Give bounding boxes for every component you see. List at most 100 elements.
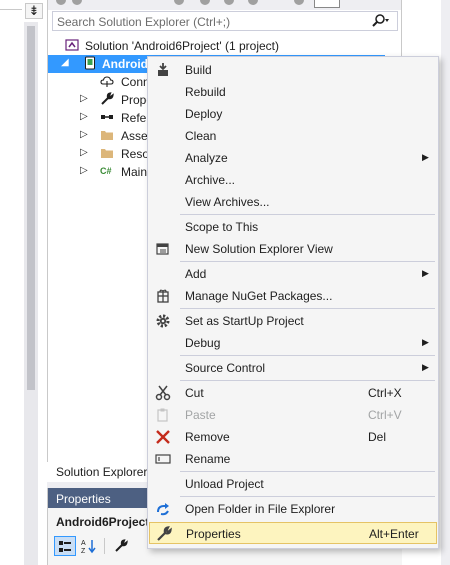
right-edge-strip	[441, 0, 450, 565]
menu-label: Debug	[185, 336, 221, 350]
menu-item-add[interactable]: Add ▶	[149, 263, 437, 285]
solution-icon	[65, 38, 79, 52]
alphabetical-icon[interactable]: A Z	[78, 536, 100, 556]
home-icon[interactable]	[174, 0, 184, 5]
menu-item-clean[interactable]: Clean	[149, 125, 437, 147]
toolbar-separator	[104, 538, 105, 554]
properties-icon[interactable]	[294, 0, 304, 5]
menu-label: Source Control	[185, 361, 266, 375]
svg-text:Z: Z	[81, 548, 86, 554]
menu-item-properties[interactable]: Properties Alt+Enter	[149, 522, 437, 544]
categorized-icon[interactable]	[54, 536, 76, 556]
properties-object-selector[interactable]: Android6Project	[56, 515, 149, 529]
menu-item-source-control[interactable]: Source Control ▶	[149, 357, 437, 379]
forward-icon[interactable]	[72, 0, 82, 5]
tab-solution-explorer[interactable]: Solution Explorer	[47, 462, 149, 482]
expand-arrow-icon[interactable]: ◢	[61, 57, 71, 68]
menu-separator	[180, 355, 435, 356]
solution-label: Solution 'Android6Project' (1 project)	[85, 39, 280, 53]
menu-label: Unload Project	[185, 477, 264, 491]
pending-changes-icon[interactable]	[224, 0, 234, 5]
menu-label: Clean	[185, 129, 217, 143]
wrench-icon	[100, 92, 114, 106]
wrench-icon	[156, 526, 172, 542]
project-label: Android	[102, 57, 148, 71]
svg-text:A: A	[81, 540, 86, 547]
refresh-arrow-icon	[155, 501, 171, 517]
menu-separator	[180, 380, 435, 381]
submenu-arrow-icon: ▶	[422, 268, 429, 278]
menu-label: Manage NuGet Packages...	[185, 289, 333, 303]
folder-icon	[100, 128, 114, 142]
tree-item-label: Main	[121, 165, 148, 179]
menu-item-view-archives[interactable]: View Archives...	[149, 191, 437, 213]
references-icon	[100, 110, 114, 124]
menu-label: View Archives...	[185, 195, 270, 209]
menu-label: Open Folder in File Explorer	[185, 502, 336, 516]
menu-item-deploy[interactable]: Deploy	[149, 103, 437, 125]
menu-shortcut: Del	[368, 430, 387, 444]
menu-label: Paste	[185, 408, 216, 422]
menu-item-unload-project[interactable]: Unload Project	[149, 473, 437, 495]
refresh-icon[interactable]	[248, 0, 258, 5]
preview-toggle-button[interactable]	[314, 0, 340, 8]
sync-icon[interactable]	[200, 0, 210, 5]
paste-icon	[155, 407, 171, 423]
expand-arrow-icon[interactable]: ▷	[80, 93, 90, 104]
menu-item-open-folder[interactable]: Open Folder in File Explorer	[149, 498, 437, 520]
menu-label: Rename	[185, 452, 231, 466]
expand-arrow-icon[interactable]: ▷	[80, 147, 90, 158]
back-icon[interactable]	[56, 0, 66, 5]
menu-item-scope-to-this[interactable]: Scope to This	[149, 216, 437, 238]
menu-item-new-solution-explorer-view[interactable]: New Solution Explorer View	[149, 238, 437, 260]
menu-label: Rebuild	[185, 85, 226, 99]
gear-icon	[155, 313, 171, 329]
submenu-arrow-icon: ▶	[422, 152, 429, 162]
csharp-file-icon: C#	[100, 166, 112, 176]
menu-item-debug[interactable]: Debug ▶	[149, 332, 437, 354]
expand-arrow-icon[interactable]: ▷	[80, 111, 90, 122]
expand-arrow-icon[interactable]: ▷	[80, 165, 90, 176]
build-icon	[155, 62, 171, 78]
expand-arrow-icon[interactable]: ▷	[80, 129, 90, 140]
menu-separator	[180, 214, 435, 215]
menu-item-archive[interactable]: Archive...	[149, 169, 437, 191]
menu-separator	[180, 308, 435, 309]
menu-item-cut[interactable]: Cut Ctrl+X	[149, 382, 437, 404]
menu-item-rename[interactable]: Rename	[149, 448, 437, 470]
rename-icon	[155, 451, 171, 467]
editor-scrollbar-thumb[interactable]	[27, 26, 35, 390]
menu-label: Build	[185, 63, 212, 77]
menu-shortcut: Alt+Enter	[369, 527, 419, 541]
menu-label: Set as StartUp Project	[185, 314, 304, 328]
tree-row-solution[interactable]: Solution 'Android6Project' (1 project)	[48, 37, 401, 55]
menu-item-analyze[interactable]: Analyze ▶	[149, 147, 437, 169]
connected-services-icon	[100, 74, 114, 88]
menu-item-rebuild[interactable]: Rebuild	[149, 81, 437, 103]
menu-item-manage-nuget[interactable]: Manage NuGet Packages...	[149, 285, 437, 307]
search-input[interactable]: Search Solution Explorer (Ctrl+;)	[52, 11, 398, 31]
folder-icon	[100, 146, 114, 160]
menu-label: Archive...	[185, 173, 236, 187]
menu-separator	[180, 261, 435, 262]
menu-separator	[180, 496, 435, 497]
android-project-icon	[83, 56, 97, 70]
menu-shortcut: Ctrl+X	[368, 386, 402, 400]
submenu-arrow-icon: ▶	[422, 362, 429, 372]
menu-item-set-startup[interactable]: Set as StartUp Project	[149, 310, 437, 332]
editor-edge	[0, 9, 22, 10]
pin-icon[interactable]: ⇟	[25, 3, 43, 19]
menu-separator	[180, 471, 435, 472]
menu-item-build[interactable]: Build	[149, 59, 437, 81]
menu-label: Analyze	[185, 151, 228, 165]
solution-explorer-toolbar	[48, 0, 401, 10]
search-placeholder: Search Solution Explorer (Ctrl+;)	[57, 15, 231, 29]
wrench-icon[interactable]	[110, 536, 132, 556]
menu-label: Cut	[185, 386, 204, 400]
menu-item-remove[interactable]: Remove Del	[149, 426, 437, 448]
tab-label: Solution Explorer	[56, 465, 148, 479]
menu-item-paste[interactable]: Paste Ctrl+V	[149, 404, 437, 426]
menu-label: Add	[185, 267, 207, 281]
search-icon[interactable]	[371, 13, 391, 29]
tree-item-label: Refer	[121, 111, 151, 125]
